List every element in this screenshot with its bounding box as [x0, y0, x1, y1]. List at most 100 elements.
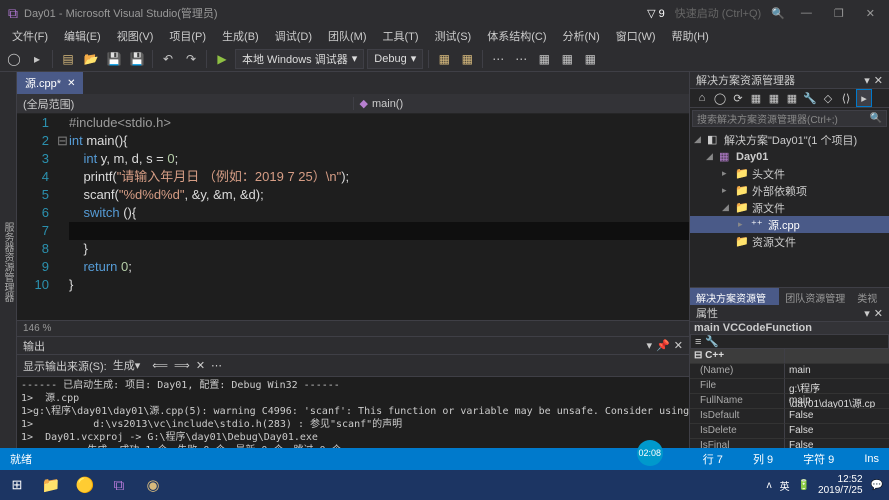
output-tool-2[interactable]: ⟹ — [174, 359, 190, 372]
tool-btn-7[interactable]: ▦ — [580, 49, 600, 69]
prop-row[interactable]: FullNamemain — [690, 394, 889, 409]
tray-ime[interactable]: 英 — [780, 478, 790, 493]
menu-window[interactable]: 窗口(W) — [610, 26, 662, 46]
quick-launch-icon[interactable]: 🔍 — [771, 7, 785, 20]
output-close-icon[interactable]: ✕ — [674, 339, 683, 352]
tree-project[interactable]: ◢▦Day01 — [690, 148, 889, 165]
minimize-button[interactable]: — — [795, 7, 818, 19]
taskbar-explorer-icon[interactable]: 📁 — [34, 470, 68, 500]
taskbar-clock[interactable]: 12:52 2019/7/25 — [818, 474, 863, 496]
nav-back-button[interactable]: ◯ — [4, 49, 24, 69]
save-button[interactable]: 💾 — [104, 49, 124, 69]
tray-arrow-icon[interactable]: ʌ — [767, 480, 772, 491]
tool-btn-1[interactable]: ▦ — [434, 49, 454, 69]
start-button[interactable]: ⊞ — [0, 470, 34, 500]
tool-btn-6[interactable]: ▦ — [557, 49, 577, 69]
sln-back-icon[interactable]: ◯ — [712, 89, 728, 107]
sln-btn8[interactable]: ◇ — [820, 89, 836, 107]
prop-row[interactable]: IsDeleteFalse — [690, 424, 889, 439]
menu-help[interactable]: 帮助(H) — [666, 26, 715, 46]
tree-source[interactable]: ◢📁源文件 — [690, 199, 889, 216]
maximize-button[interactable]: ❐ — [828, 7, 850, 20]
props-az-icon[interactable]: 🔧 — [705, 335, 719, 348]
quick-launch-input[interactable]: 快速启动 (Ctrl+Q) — [675, 5, 761, 21]
server-explorer-tab[interactable]: 服务器资源管理器 — [0, 222, 15, 302]
sln-sync-icon[interactable]: ⟳ — [730, 89, 746, 107]
tree-resources[interactable]: 📁资源文件 — [690, 233, 889, 250]
output-tool-1[interactable]: ⟸ — [152, 359, 168, 372]
tree-headers[interactable]: ▸📁头文件 — [690, 165, 889, 182]
undo-button[interactable]: ↶ — [158, 49, 178, 69]
sln-home-icon[interactable]: ⌂ — [694, 89, 710, 107]
props-dropdown-icon[interactable]: ▾ — [864, 307, 870, 320]
save-all-button[interactable]: 💾 — [127, 49, 147, 69]
tree-solution[interactable]: ◢◧解决方案"Day01"(1 个项目) — [690, 131, 889, 148]
start-debug-button[interactable]: ▶ — [212, 49, 232, 69]
prop-row[interactable]: (Name)main — [690, 364, 889, 379]
zoom-combo[interactable]: 146 % — [23, 323, 51, 334]
tray-battery-icon[interactable]: 🔋 — [798, 480, 810, 491]
subtab-sln[interactable]: 解决方案资源管理器 — [690, 288, 779, 305]
sln-properties-icon[interactable]: 🔧 — [802, 89, 818, 107]
output-tool-3[interactable]: ✕ — [196, 359, 205, 372]
output-text[interactable]: ------ 已启动生成: 项目: Day01, 配置: Debug Win32… — [17, 377, 689, 448]
subtab-class[interactable]: 类视图 — [851, 288, 889, 305]
tray-notifications-icon[interactable]: 💬 — [871, 480, 883, 491]
menu-file[interactable]: 文件(F) — [6, 26, 54, 46]
tool-btn-4[interactable]: ⋯ — [511, 49, 531, 69]
menu-analyze[interactable]: 分析(N) — [557, 26, 606, 46]
menu-project[interactable]: 项目(P) — [163, 26, 212, 46]
output-tool-4[interactable]: ⋯ — [211, 359, 222, 372]
redo-button[interactable]: ↷ — [181, 49, 201, 69]
tool-btn-3[interactable]: ⋯ — [488, 49, 508, 69]
taskbar-chrome-icon[interactable]: 🟡 — [68, 470, 102, 500]
config-combo[interactable]: Debug▾ — [367, 49, 423, 69]
nav-scope-combo[interactable]: (全局范围) — [17, 96, 353, 112]
output-pin-icon[interactable]: 📌 — [656, 339, 670, 352]
close-button[interactable]: ✕ — [860, 7, 881, 20]
tree-external[interactable]: ▸📁外部依赖项 — [690, 182, 889, 199]
code-editor[interactable]: 12345678910 ⊟ #include<stdio.h> int main… — [17, 114, 689, 320]
menu-edit[interactable]: 编辑(E) — [58, 26, 107, 46]
sln-btn10[interactable]: ▸ — [856, 89, 872, 107]
notifications-icon[interactable]: ▽ 9 — [647, 7, 665, 20]
recording-indicator[interactable]: 02:08 — [637, 440, 663, 466]
sln-dropdown-icon[interactable]: ▾ — [864, 74, 870, 87]
nav-member-combo[interactable]: ◆main() — [353, 97, 690, 110]
menu-architecture[interactable]: 体系结构(C) — [481, 26, 552, 46]
sln-close-icon[interactable]: ✕ — [874, 74, 883, 87]
tree-source-file[interactable]: ▸⁺⁺源.cpp — [690, 216, 889, 233]
menu-build[interactable]: 生成(B) — [216, 26, 265, 46]
menu-view[interactable]: 视图(V) — [111, 26, 160, 46]
taskbar-app-icon[interactable]: ◉ — [136, 470, 170, 500]
taskbar-vs-icon[interactable]: ⧉ — [102, 470, 136, 500]
sln-btn5[interactable]: ▦ — [766, 89, 782, 107]
props-cat-icon[interactable]: ≡ — [695, 336, 701, 348]
tool-btn-5[interactable]: ▦ — [534, 49, 554, 69]
sln-btn6[interactable]: ▦ — [784, 89, 800, 107]
prop-row[interactable]: IsFinalFalse — [690, 439, 889, 448]
menu-tools[interactable]: 工具(T) — [377, 26, 425, 46]
props-grid[interactable]: ⊟ C++ (Name)mainFileg:\程序\day01\day01\源.… — [690, 349, 889, 448]
props-object-combo[interactable]: main VCCodeFunction — [690, 322, 889, 334]
sln-showall-icon[interactable]: ▦ — [748, 89, 764, 107]
doc-tab-source[interactable]: 源.cpp* ✕ — [17, 72, 83, 94]
menu-test[interactable]: 测试(S) — [429, 26, 478, 46]
new-project-button[interactable]: ▤ — [58, 49, 78, 69]
prop-row[interactable]: IsDefaultFalse — [690, 409, 889, 424]
solution-tree[interactable]: ◢◧解决方案"Day01"(1 个项目) ◢▦Day01 ▸📁头文件 ▸📁外部依… — [690, 129, 889, 287]
props-close-icon[interactable]: ✕ — [874, 307, 883, 320]
sln-btn9[interactable]: ⟨⟩ — [838, 89, 854, 107]
output-dropdown-icon[interactable]: ▾ — [647, 339, 653, 352]
menu-debug[interactable]: 调试(D) — [269, 26, 318, 46]
subtab-team[interactable]: 团队资源管理器 — [779, 288, 851, 305]
doc-tab-close-icon[interactable]: ✕ — [67, 78, 75, 89]
tool-btn-2[interactable]: ▦ — [457, 49, 477, 69]
output-source-combo[interactable]: 生成▾ — [113, 357, 141, 375]
nav-fwd-button[interactable]: ▸ — [27, 49, 47, 69]
menu-team[interactable]: 团队(M) — [322, 26, 373, 46]
debug-target-combo[interactable]: 本地 Windows 调试器▾ — [235, 49, 364, 69]
sln-search-input[interactable]: 搜索解决方案资源管理器(Ctrl+;) 🔍 — [692, 110, 887, 127]
prop-row[interactable]: Fileg:\程序\day01\day01\源.cp — [690, 379, 889, 394]
open-file-button[interactable]: 📂 — [81, 49, 101, 69]
